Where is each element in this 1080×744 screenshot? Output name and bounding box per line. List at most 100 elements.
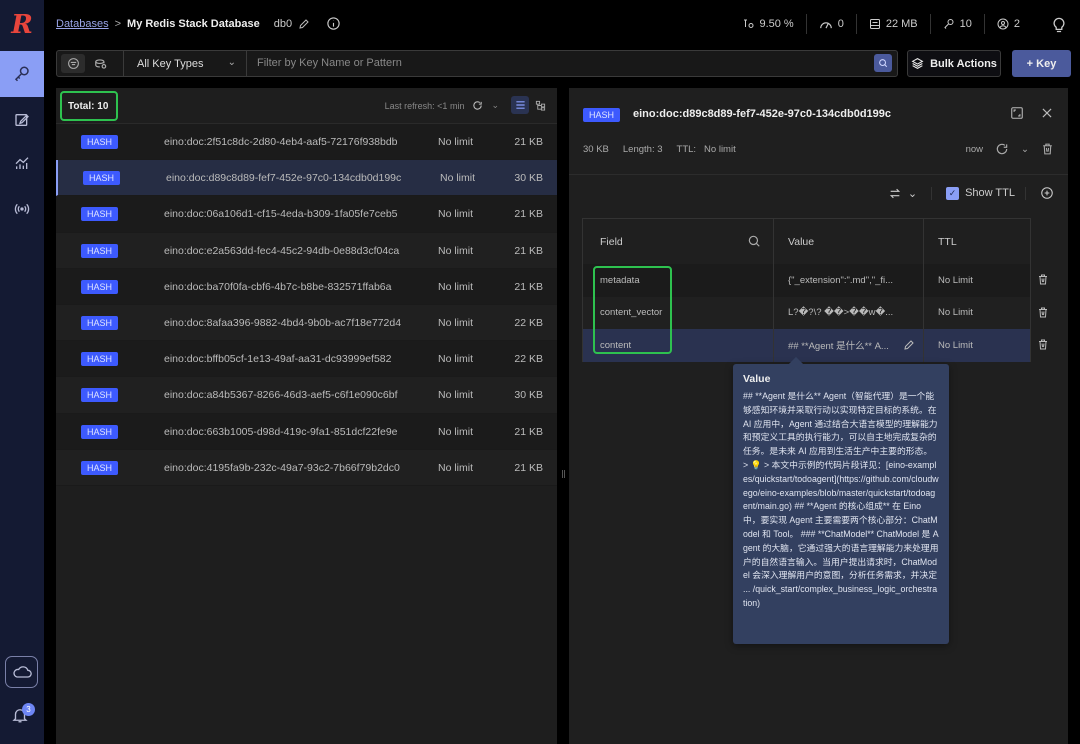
tooltip-value-text: ## **Agent 是什么** Agent（智能代理）是一个能够感知环境并采取… [743, 391, 939, 608]
sidebar-item-browser[interactable] [0, 51, 44, 97]
key-row[interactable]: HASH eino:doc:8afaa396-9882-4bd4-9b0b-ac7… [56, 304, 557, 342]
key-name: eino:doc:06a106d1-cf15-4eda-b309-1fa05fe… [164, 208, 398, 221]
panel-resize-handle[interactable] [561, 88, 567, 744]
edit-db-icon[interactable] [298, 18, 310, 30]
key-row[interactable]: HASH eino:doc:2f51c8dc-2d80-4eb4-aaf5-721… [56, 124, 557, 161]
key-size: 21 KB [514, 280, 543, 293]
value-tooltip: Value ## **Agent 是什么** Agent（智能代理）是一个能够感… [733, 356, 949, 644]
key-type-badge: HASH [81, 135, 118, 149]
stat-clients: 2 [985, 14, 1032, 34]
fullscreen-icon[interactable] [1010, 106, 1024, 120]
key-row[interactable]: HASH eino:doc:ba70f0fa-cbf6-4b7c-b8be-832… [56, 268, 557, 305]
filter-icon [67, 57, 80, 70]
tooltip-title: Value [743, 373, 771, 385]
key-row[interactable]: HASH eino:doc:a84b5367-8266-46d3-aef5-c6f… [56, 377, 557, 414]
key-type-badge: HASH [81, 207, 118, 222]
filter-input[interactable]: Filter by Key Name or Pattern [257, 57, 402, 69]
key-size: 22 KB [514, 316, 543, 329]
key-ttl: No limit [438, 316, 474, 329]
tree-view-button[interactable] [531, 96, 549, 114]
show-ttl-checkbox[interactable]: ✓ Show TTL [946, 186, 1026, 200]
key-type-badge: HASH [81, 279, 118, 294]
key-type-badge: HASH [81, 424, 118, 439]
key-ttl: No limit [440, 172, 476, 185]
bulk-actions-button[interactable]: Bulk Actions [907, 50, 1001, 77]
key-size: 21 KB [514, 136, 543, 148]
cloud-icon [12, 665, 32, 679]
stat-ops: 0 [807, 14, 857, 34]
key-metadata: 30 KB Length: 3 TTL: No limit [583, 144, 736, 155]
key-row[interactable]: HASH eino:doc:e2a563dd-fec4-45c2-94db-0e8… [56, 232, 557, 269]
key-row[interactable]: HASH eino:doc:bffb05cf-1e13-49af-aa31-dc9… [56, 341, 557, 378]
key-row[interactable]: HASH eino:doc:06a106d1-cf15-4eda-b309-1fa… [56, 196, 557, 233]
memory-icon [869, 18, 881, 30]
filter-mode-button[interactable] [61, 54, 85, 73]
redis-logo[interactable]: R [0, 0, 44, 50]
show-ttl-label: Show TTL [965, 187, 1015, 199]
key-name: eino:doc:2f51c8dc-2d80-4eb4-aaf5-72176f9… [164, 136, 398, 148]
auto-refresh-chevron-icon[interactable]: ⌄ [491, 100, 499, 111]
field-value[interactable]: ## **Agent 是什么** A... [788, 338, 889, 352]
add-key-button[interactable]: + Key [1012, 50, 1071, 77]
last-refresh: Last refresh: <1 min ⌄ [385, 100, 499, 111]
key-ttl: No limit [438, 389, 474, 402]
ttl-value[interactable]: No limit [704, 144, 736, 155]
chevron-down-icon: ⌄ [907, 187, 918, 200]
key-list: HASH eino:doc:2f51c8dc-2d80-4eb4-aaf5-721… [56, 124, 557, 486]
sidebar-item-analytics[interactable] [0, 140, 44, 186]
add-field-icon[interactable] [1040, 186, 1054, 200]
delete-field-icon[interactable] [1037, 273, 1049, 286]
key-row[interactable]: HASH eino:doc:4195fa9b-232c-49a7-93c2-7b6… [56, 449, 557, 486]
format-switch[interactable]: ⌄ [888, 186, 933, 200]
info-icon[interactable] [326, 16, 341, 31]
key-ttl: No limit [438, 461, 474, 474]
close-icon[interactable] [1040, 106, 1054, 120]
cloud-button[interactable] [5, 656, 38, 688]
key-row[interactable]: HASH eino:doc:663b1005-d98d-419c-9fa1-851… [56, 413, 557, 450]
sidebar-item-pubsub[interactable] [0, 186, 44, 232]
tree-icon [535, 100, 546, 111]
field-value[interactable]: {"_extension":".md","_fi... [788, 275, 893, 286]
lightbulb-icon[interactable] [1052, 16, 1066, 33]
field-header-label: Field [600, 235, 623, 248]
key-list-header: Total: 10 Last refresh: <1 min ⌄ [56, 88, 557, 124]
search-field-icon[interactable] [747, 234, 761, 248]
key-type-badge: HASH [83, 171, 120, 186]
key-type-select[interactable]: All Key Types ⌄ [123, 51, 247, 76]
memory-value: 22 MB [885, 18, 918, 30]
sidebar-item-workbench[interactable] [0, 97, 44, 143]
edit-icon [14, 112, 30, 128]
delete-key-icon[interactable] [1041, 142, 1054, 156]
key-row[interactable]: HASH eino:doc:d89c8d89-fef7-452e-97c0-134… [56, 160, 557, 197]
field-value[interactable]: L?�?\? ��>��w�... [788, 307, 893, 318]
field-ttl: No Limit [938, 274, 973, 286]
field-ttl: No Limit [938, 339, 973, 351]
delete-field-icon[interactable] [1037, 306, 1049, 319]
search-mode-button[interactable] [89, 54, 113, 73]
auto-refresh-chevron-icon[interactable]: ⌄ [1021, 144, 1029, 155]
breadcrumb-databases-link[interactable]: Databases [56, 18, 109, 30]
edit-value-icon[interactable] [903, 339, 915, 351]
key-count-icon [943, 18, 955, 30]
chart-icon [14, 155, 30, 171]
key-name[interactable]: eino:doc:d89c8d89-fef7-452e-97c0-134cdb0… [633, 108, 891, 120]
ops-value: 0 [837, 18, 844, 30]
key-ttl: No limit [438, 136, 474, 148]
refresh-icon[interactable] [472, 100, 483, 111]
search-button[interactable] [874, 54, 892, 72]
field-names-highlight [593, 266, 672, 354]
checkbox-checked-icon[interactable]: ✓ [946, 186, 960, 200]
key-size: 21 KB [514, 425, 543, 438]
list-view-button[interactable] [511, 96, 529, 114]
list-icon [515, 100, 526, 110]
field-ttl: No Limit [938, 307, 973, 319]
key-type-badge: HASH [81, 315, 118, 330]
breadcrumb-separator: > [114, 17, 122, 30]
key-icon [13, 65, 31, 83]
key-type-badge: HASH [81, 460, 118, 475]
key-ttl: No limit [438, 353, 474, 366]
key-size: 30 KB [583, 144, 609, 155]
delete-field-icon[interactable] [1037, 338, 1049, 351]
refresh-key-icon[interactable] [995, 142, 1009, 156]
separator [569, 174, 1068, 175]
